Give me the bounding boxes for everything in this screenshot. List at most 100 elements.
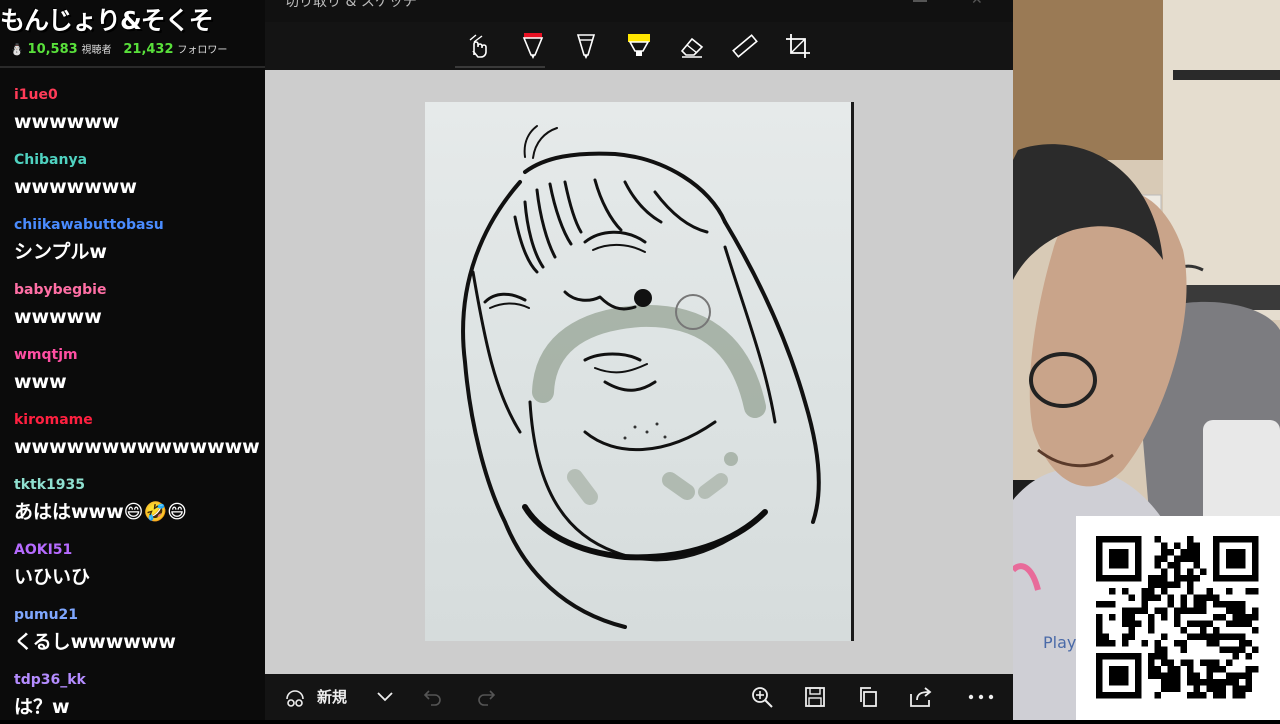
qr-module [1122, 620, 1129, 627]
ballpoint-pen-icon[interactable] [515, 28, 551, 64]
chat-username[interactable]: babybegbie [14, 281, 259, 299]
qr-module [1245, 614, 1252, 621]
qr-module [1167, 581, 1174, 588]
qr-module [1232, 685, 1239, 692]
sketch-app-window: 切り取り & スケッチ ✕ 新規 [265, 0, 1013, 720]
chat-message: chiikawabuttobasu シンプルw [14, 216, 259, 263]
snip-icon[interactable] [281, 682, 309, 712]
qr-module [1219, 614, 1226, 621]
qr-module [1187, 672, 1194, 679]
qr-module [1187, 659, 1194, 666]
qr-module [1122, 640, 1129, 647]
qr-module [1206, 666, 1213, 673]
qr-module [1154, 581, 1161, 588]
qr-module [1213, 601, 1220, 608]
eraser-icon[interactable] [674, 28, 710, 64]
chat-message: tdp36_kk は？w [14, 671, 259, 718]
highlighter-icon[interactable] [621, 28, 657, 64]
followers-count: 21,432 [123, 42, 174, 57]
crop-icon[interactable] [780, 28, 816, 64]
qr-module [1226, 607, 1233, 614]
zoom-in-icon[interactable] [749, 682, 775, 712]
qr-module [1148, 672, 1155, 679]
qr-module [1200, 692, 1207, 699]
qr-module [1245, 672, 1252, 679]
qr-module [1200, 620, 1207, 627]
qr-code[interactable] [1076, 516, 1280, 720]
qr-module [1148, 594, 1155, 601]
qr-module [1252, 607, 1259, 614]
chat-username[interactable]: Chibanya [14, 151, 259, 169]
chat-text: wwwww [14, 306, 102, 328]
drawing-canvas-area[interactable] [265, 70, 1013, 674]
face-sketch [461, 125, 821, 629]
qr-module [1174, 685, 1181, 692]
qr-module [1193, 679, 1200, 686]
qr-module [1174, 666, 1181, 673]
qr-module [1187, 536, 1194, 543]
chat-username[interactable]: AOKI51 [14, 541, 259, 559]
minimize-icon[interactable] [913, 0, 927, 2]
qr-module [1161, 588, 1168, 595]
qr-module [1245, 666, 1252, 673]
qr-module [1232, 672, 1239, 679]
qr-module [1232, 620, 1239, 627]
share-icon[interactable] [908, 682, 934, 712]
more-options-icon[interactable] [965, 682, 997, 712]
qr-module [1219, 679, 1226, 686]
qr-module [1252, 627, 1259, 634]
qr-module [1096, 601, 1103, 608]
chat-text: くるしwwwwww [14, 631, 176, 653]
qr-module [1102, 633, 1109, 640]
close-icon[interactable]: ✕ [971, 0, 983, 8]
chat-username[interactable]: i1ue0 [14, 86, 259, 104]
qr-module [1193, 562, 1200, 569]
qr-module [1180, 640, 1187, 647]
qr-module [1161, 653, 1168, 660]
qr-module [1219, 633, 1226, 640]
pencil-icon[interactable] [568, 28, 604, 64]
qr-module [1200, 633, 1207, 640]
qr-module [1245, 685, 1252, 692]
qr-module [1213, 627, 1220, 634]
qr-module [1141, 588, 1148, 595]
qr-module [1161, 549, 1168, 556]
chat-username[interactable]: kiromame [14, 411, 259, 429]
qr-module [1193, 549, 1200, 556]
copy-icon[interactable] [855, 682, 881, 712]
qr-code-image [1096, 536, 1259, 699]
chat-username[interactable]: tktk1935 [14, 476, 259, 494]
undo-icon[interactable] [421, 682, 445, 712]
chevron-down-icon[interactable] [373, 682, 397, 712]
qr-module [1226, 646, 1233, 653]
chat-username[interactable]: chiikawabuttobasu [14, 216, 259, 234]
qr-module [1109, 588, 1116, 595]
qr-module [1226, 679, 1233, 686]
qr-module [1180, 549, 1187, 556]
qr-module [1193, 685, 1200, 692]
qr-module [1161, 659, 1168, 666]
redo-icon[interactable] [474, 682, 498, 712]
qr-module [1232, 614, 1239, 621]
qr-module [1187, 620, 1194, 627]
qr-module [1232, 607, 1239, 614]
qr-module [1161, 646, 1168, 653]
drawing-paper[interactable] [425, 102, 854, 641]
chat-username[interactable]: pumu21 [14, 606, 259, 624]
save-icon[interactable] [802, 682, 828, 712]
qr-module [1200, 659, 1207, 666]
qr-module [1154, 692, 1161, 699]
qr-module [1232, 679, 1239, 686]
ink-toolbar [265, 22, 1013, 70]
new-button[interactable]: 新規 [317, 686, 347, 707]
qr-module [1096, 614, 1103, 621]
qr-module [1122, 607, 1129, 614]
qr-module [1239, 607, 1246, 614]
qr-module [1180, 575, 1187, 582]
chat-username[interactable]: wmqtjm [14, 346, 259, 364]
qr-module [1187, 549, 1194, 556]
touch-writing-icon[interactable] [461, 28, 497, 64]
ruler-icon[interactable] [727, 28, 763, 64]
chat-username[interactable]: tdp36_kk [14, 671, 259, 689]
qr-module [1154, 640, 1161, 647]
